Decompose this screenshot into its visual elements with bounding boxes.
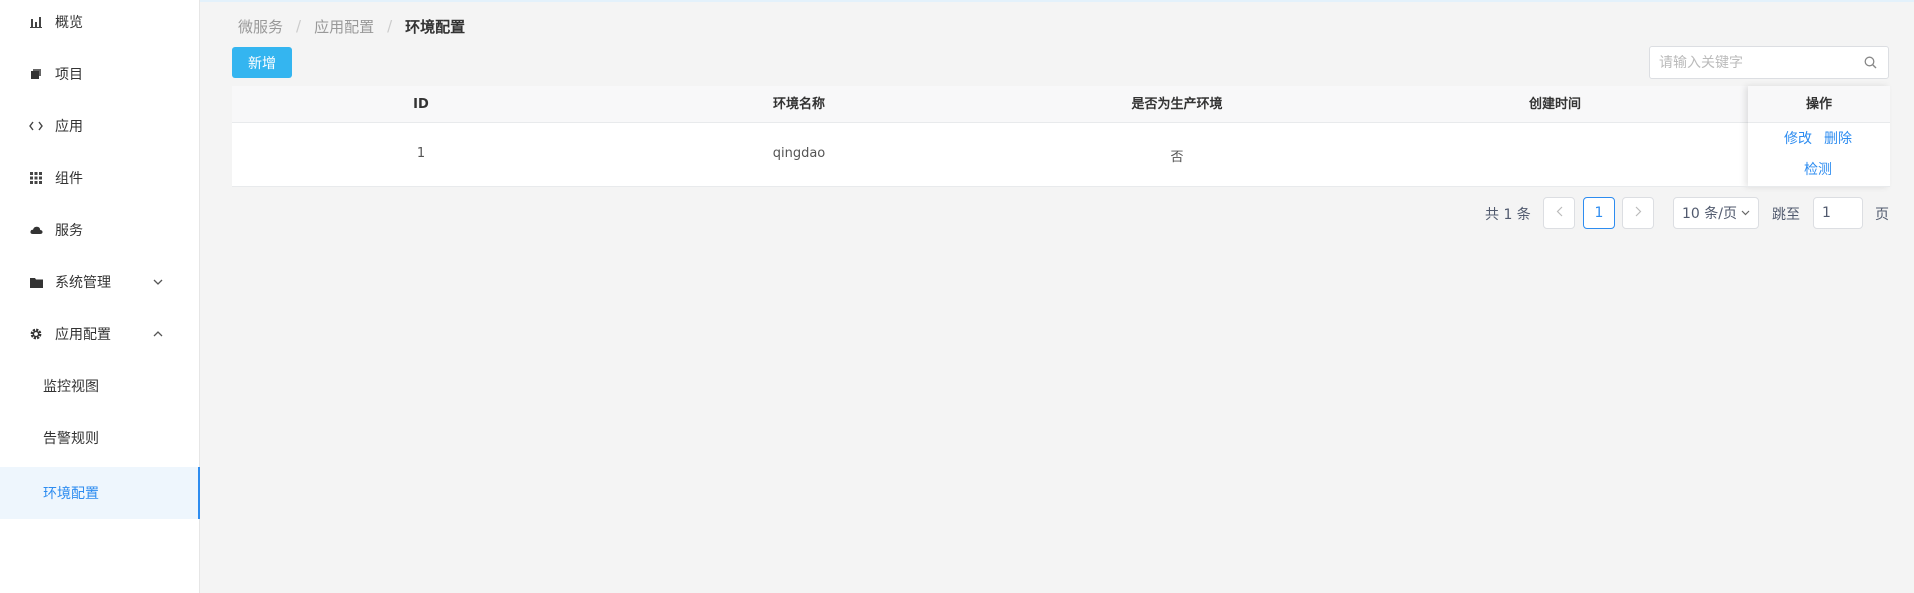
table-header: ID 环境名称 是否为生产环境 创建时间 (232, 86, 1890, 123)
sidebar-item-label: 概览 (55, 15, 83, 31)
sidebar-item-system-management[interactable]: 系统管理 (0, 256, 200, 308)
chevron-up-icon (152, 328, 164, 340)
sidebar-subitem-label: 监控视图 (43, 379, 99, 395)
sidebar-subitem-label: 告警规则 (43, 431, 99, 447)
cell-id: 1 (416, 146, 426, 161)
breadcrumb-separator: / (296, 17, 302, 35)
search-box (1649, 46, 1889, 79)
sidebar-subitem-env-config[interactable]: 环境配置 (0, 467, 200, 519)
search-input[interactable] (1659, 54, 1862, 71)
page-suffix-label: 页 (1875, 207, 1889, 223)
chevron-down-icon (152, 276, 164, 288)
sidebar-subitem-label: 环境配置 (43, 486, 99, 502)
table-divider (232, 186, 1890, 187)
stack-icon (29, 67, 43, 81)
cell-env-name: qingdao (772, 146, 826, 161)
jump-label: 跳至 (1772, 207, 1800, 223)
breadcrumb-item[interactable]: 应用配置 (314, 16, 374, 37)
breadcrumb-current: 环境配置 (405, 17, 466, 36)
sidebar-item-label: 应用 (55, 119, 83, 135)
sidebar-item-services[interactable]: 服务 (0, 204, 200, 256)
sidebar-item-label: 服务 (55, 223, 83, 239)
top-accent-line (0, 0, 1914, 2)
env-table: ID 环境名称 是否为生产环境 创建时间 1 qingdao 否 操作 修改 删… (232, 86, 1890, 187)
pagination-total: 共 1 条 (1485, 207, 1531, 223)
grid-icon (29, 171, 43, 185)
column-header-created-time: 创建时间 (1528, 97, 1581, 112)
jump-page-input[interactable] (1813, 197, 1863, 229)
sidebar-item-label: 应用配置 (55, 327, 111, 343)
sidebar-item-overview[interactable]: 概览 (0, 0, 200, 48)
column-header-env-name: 环境名称 (772, 97, 825, 112)
breadcrumb-separator: / (387, 17, 393, 35)
delete-link[interactable]: 删除 (1824, 128, 1852, 148)
next-page-button[interactable] (1622, 197, 1654, 229)
page-size-value: 10 条/页 (1682, 206, 1737, 222)
code-icon (29, 119, 43, 133)
folder-icon (29, 275, 43, 289)
check-link[interactable]: 检测 (1804, 159, 1832, 179)
bar-chart-icon (29, 15, 43, 29)
sidebar-item-components[interactable]: 组件 (0, 152, 200, 204)
cell-is-production: 否 (1170, 150, 1184, 165)
breadcrumb: 微服务 / 应用配置 / 环境配置 (238, 16, 465, 36)
column-header-id: ID (413, 97, 429, 112)
sidebar-item-label: 组件 (55, 171, 83, 187)
breadcrumb-item[interactable]: 微服务 (238, 16, 283, 37)
add-button[interactable]: 新增 (232, 47, 292, 78)
column-header-actions: 操作 (1748, 86, 1890, 123)
sidebar-item-app-config[interactable]: 应用配置 (0, 308, 200, 360)
edit-link[interactable]: 修改 (1784, 128, 1812, 148)
sidebar: 概览 项目 应用 组件 服务 系统管理 应用配置 监控视图 告警规则 环境配置 (0, 0, 200, 593)
chevron-left-icon (1556, 205, 1563, 221)
prev-page-button[interactable] (1543, 197, 1575, 229)
sidebar-item-apps[interactable]: 应用 (0, 100, 200, 152)
sidebar-subitem-monitor-view[interactable]: 监控视图 (0, 360, 200, 412)
sidebar-item-label: 项目 (55, 67, 83, 83)
column-header-is-production: 是否为生产环境 (1131, 97, 1223, 112)
chevron-right-icon (1635, 205, 1642, 221)
sidebar-item-label: 系统管理 (55, 275, 111, 291)
search-icon[interactable] (1862, 55, 1878, 71)
actions-column: 操作 修改 删除 检测 (1748, 86, 1890, 187)
gear-icon (29, 327, 43, 341)
sidebar-subitem-alert-rules[interactable]: 告警规则 (0, 412, 200, 464)
cloud-icon (29, 223, 43, 237)
page-number-button[interactable]: 1 (1583, 197, 1615, 229)
page-size-select[interactable]: 10 条/页 (1673, 197, 1759, 229)
sidebar-item-projects[interactable]: 项目 (0, 48, 200, 100)
chevron-down-icon (1741, 210, 1750, 216)
